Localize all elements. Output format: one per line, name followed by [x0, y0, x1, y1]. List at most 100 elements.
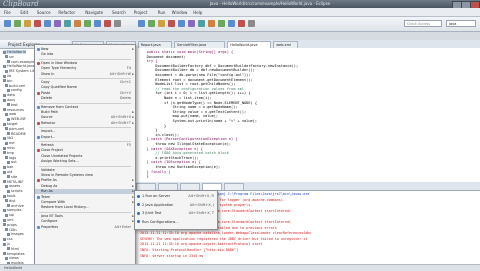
console-tab[interactable] [158, 183, 178, 190]
context-menu-item[interactable]: Configure▸ [35, 219, 135, 224]
context-menu-item[interactable]: Properties Alt+Enter [35, 225, 135, 230]
perspective-switcher[interactable]: Java [446, 20, 476, 27]
tree-item[interactable]: html [7, 247, 19, 251]
tree-item[interactable]: META-INF [3, 180, 23, 184]
tree-item[interactable]: xml [3, 218, 13, 222]
tree-item[interactable]: images [7, 232, 24, 236]
toolbar-icon[interactable] [218, 20, 225, 27]
toolbar-icon[interactable] [248, 20, 255, 27]
tree-item[interactable]: src [5, 55, 14, 59]
toolbar-icon[interactable] [54, 20, 61, 27]
context-menu-item[interactable]: Open Type Hierarchy F4 [35, 66, 135, 71]
tree-item[interactable]: pom.xml [5, 127, 24, 131]
editor-tab[interactable]: web.xml [273, 41, 298, 48]
tree-item[interactable]: bin [3, 79, 12, 83]
toolbar-icon[interactable] [208, 20, 215, 27]
tree-item[interactable]: config [7, 88, 22, 92]
tree-item[interactable]: templates [3, 252, 25, 256]
toolbar-icon[interactable] [114, 20, 121, 27]
tree-item[interactable]: logs [5, 156, 16, 160]
submenu-item[interactable]: Run Configurations... [135, 219, 217, 225]
context-menu-item[interactable]: Refactor Alt+Shift+T ▸ [35, 121, 135, 126]
console-tab[interactable] [202, 183, 222, 190]
tree-item[interactable]: samples [3, 208, 22, 212]
toolbar-icon[interactable] [64, 20, 71, 27]
toolbar-icon[interactable] [24, 20, 31, 27]
console-tab[interactable] [180, 183, 200, 190]
context-menu-item[interactable]: Validate [35, 168, 135, 173]
tree-item[interactable]: lib [3, 74, 11, 78]
tree-item[interactable]: dist [5, 199, 15, 203]
toolbar-icon[interactable] [44, 20, 51, 27]
toolbar-icon[interactable] [14, 20, 21, 27]
toolbar-icon[interactable] [138, 20, 145, 27]
toolbar-icon[interactable] [238, 20, 245, 27]
tree-item[interactable]: out [7, 160, 17, 164]
tree-item[interactable]: js [3, 242, 10, 246]
tree-item[interactable]: tmp [3, 151, 14, 155]
context-menu-item[interactable]: Go Into [35, 52, 135, 57]
menu-source[interactable]: Source [37, 10, 51, 15]
tree-item[interactable]: misc [3, 146, 15, 150]
toolbar-icon[interactable] [188, 20, 195, 27]
toolbar-icon[interactable] [84, 20, 91, 27]
toolbar-icon[interactable] [178, 20, 185, 27]
context-menu-item[interactable]: Source Alt+Shift+S ▸ [35, 115, 135, 120]
menu-run[interactable]: Run [158, 10, 166, 15]
tree-item[interactable]: lib2 [3, 136, 13, 140]
context-menu-item[interactable]: Profile As ▸ [35, 178, 135, 183]
context-menu-item[interactable]: Delete Delete [35, 96, 135, 101]
tree-item[interactable]: com.example [7, 60, 35, 64]
menu-search[interactable]: Search [112, 10, 126, 15]
context-menu-item[interactable]: Run As▸ [35, 189, 135, 195]
tree-item[interactable]: README [7, 132, 26, 136]
console-tab[interactable] [224, 183, 244, 190]
toolbar-icon[interactable] [198, 20, 205, 27]
menu-refactor[interactable]: Refactor [58, 10, 75, 15]
context-menu-item[interactable]: Show In Alt+Shift+W ▸ [35, 72, 135, 77]
toolbar-icon[interactable] [228, 20, 235, 27]
tree-item[interactable]: scripts [7, 189, 23, 193]
tree-item[interactable]: old [3, 170, 12, 174]
tree-item[interactable]: views [5, 256, 19, 260]
tree-item[interactable]: data [3, 93, 15, 97]
tree-item[interactable]: bak [3, 165, 13, 169]
context-menu-item[interactable]: Close Project [35, 148, 135, 153]
context-menu-item[interactable]: Team▸ [35, 195, 135, 200]
toolbar-icon[interactable] [4, 20, 11, 27]
tree-item[interactable]: docs [3, 98, 15, 102]
toolbar-icon[interactable] [104, 20, 111, 27]
tree-item[interactable]: build.xml [5, 84, 25, 88]
toolbar-icon[interactable] [74, 20, 81, 27]
tree-item[interactable]: test [7, 103, 18, 107]
tree-item[interactable]: sql [5, 213, 14, 217]
toolbar-icon[interactable] [94, 20, 101, 27]
submenu-item[interactable]: 1 Run on Server Alt+Shift+X, R [135, 193, 217, 199]
tree-item[interactable]: HelloWorld.java [3, 64, 34, 68]
tree-item[interactable]: ext [5, 141, 15, 145]
editor-tab[interactable]: ServletFilter.java [174, 41, 226, 48]
editor-tab[interactable]: Report.java [137, 41, 172, 48]
toolbar-icon[interactable] [168, 20, 175, 27]
context-menu-item[interactable]: Export... [35, 135, 135, 140]
tree-item[interactable]: web [5, 112, 16, 116]
tree-item[interactable]: resources [3, 108, 24, 112]
console-tab[interactable] [136, 183, 156, 190]
tree-item[interactable]: tools [3, 194, 15, 198]
editor-tab[interactable]: HelloWorld.java [227, 41, 272, 48]
menu-edit[interactable]: Edit [20, 10, 28, 15]
submenu-item[interactable]: 3 JUnit Test Alt+Shift+X, T [135, 210, 217, 216]
tree-item[interactable]: site [7, 175, 17, 179]
toolbar-icon[interactable] [158, 20, 165, 27]
menu-navigate[interactable]: Navigate [85, 10, 103, 15]
submenu-item[interactable]: 2 Java Application Alt+Shift+X, J [135, 202, 217, 208]
context-menu-item[interactable]: Import... [35, 129, 135, 134]
context-menu-item[interactable]: Restore from Local History... [35, 205, 135, 210]
menu-help[interactable]: Help [193, 10, 202, 15]
tree-item[interactable]: archive [7, 204, 24, 208]
context-menu-item[interactable]: Remove from Context [35, 105, 135, 110]
tree-item[interactable]: target [3, 122, 18, 126]
tree-item[interactable]: assets [5, 184, 20, 188]
menu-project[interactable]: Project [134, 10, 148, 15]
tree-item[interactable]: WEB-INF [7, 117, 26, 121]
